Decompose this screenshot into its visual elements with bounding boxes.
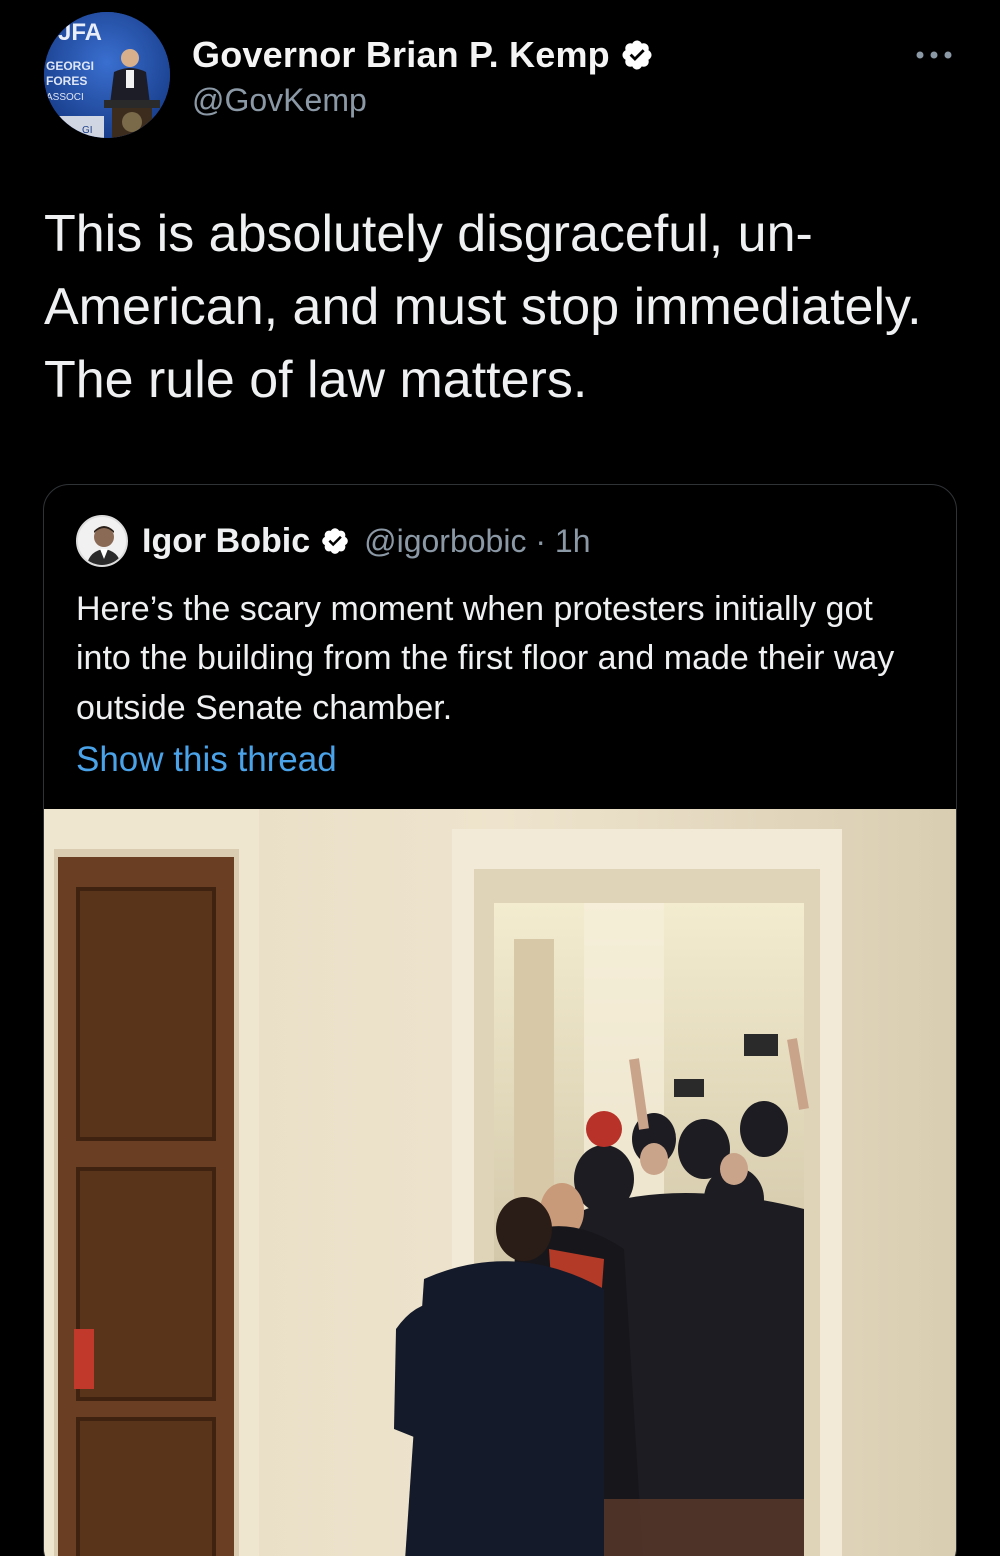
tweet-text: This is absolutely disgraceful, un-Ameri… — [44, 205, 922, 409]
svg-text:GEORGI: GEORGI — [46, 59, 94, 73]
quoted-author-name[interactable]: Igor Bobic — [142, 522, 310, 561]
show-thread-link[interactable]: Show this thread — [76, 740, 337, 780]
svg-text:ASSOCI: ASSOCI — [46, 92, 84, 103]
quoted-tweet-text: Here’s the scary moment when protesters … — [76, 590, 895, 727]
quoted-tweet[interactable]: Igor Bobic @igorbobic · 1h Here’s the sc… — [43, 484, 957, 1556]
svg-text:GI: GI — [82, 125, 93, 136]
author-block[interactable]: Governor Brian P. Kemp @GovKemp — [192, 34, 654, 119]
author-avatar[interactable]: JFA GEORGI FORES ASSOCI GI — [44, 12, 170, 138]
tweet: JFA GEORGI FORES ASSOCI GI Governor Bria… — [0, 0, 1000, 1556]
verified-badge-icon — [622, 40, 652, 70]
verified-badge-icon — [322, 528, 348, 554]
quoted-author-avatar[interactable] — [76, 515, 128, 567]
quoted-author-handle-time[interactable]: @igorbobic · 1h — [364, 523, 590, 560]
more-options-icon[interactable] — [914, 40, 954, 61]
svg-text:JFA: JFA — [58, 19, 102, 46]
quoted-tweet-header: Igor Bobic @igorbobic · 1h — [76, 515, 590, 567]
author-name[interactable]: Governor Brian P. Kemp — [192, 34, 610, 76]
svg-text:FORES: FORES — [46, 74, 87, 88]
author-handle[interactable]: @GovKemp — [192, 82, 654, 119]
quoted-tweet-video[interactable] — [44, 809, 956, 1556]
